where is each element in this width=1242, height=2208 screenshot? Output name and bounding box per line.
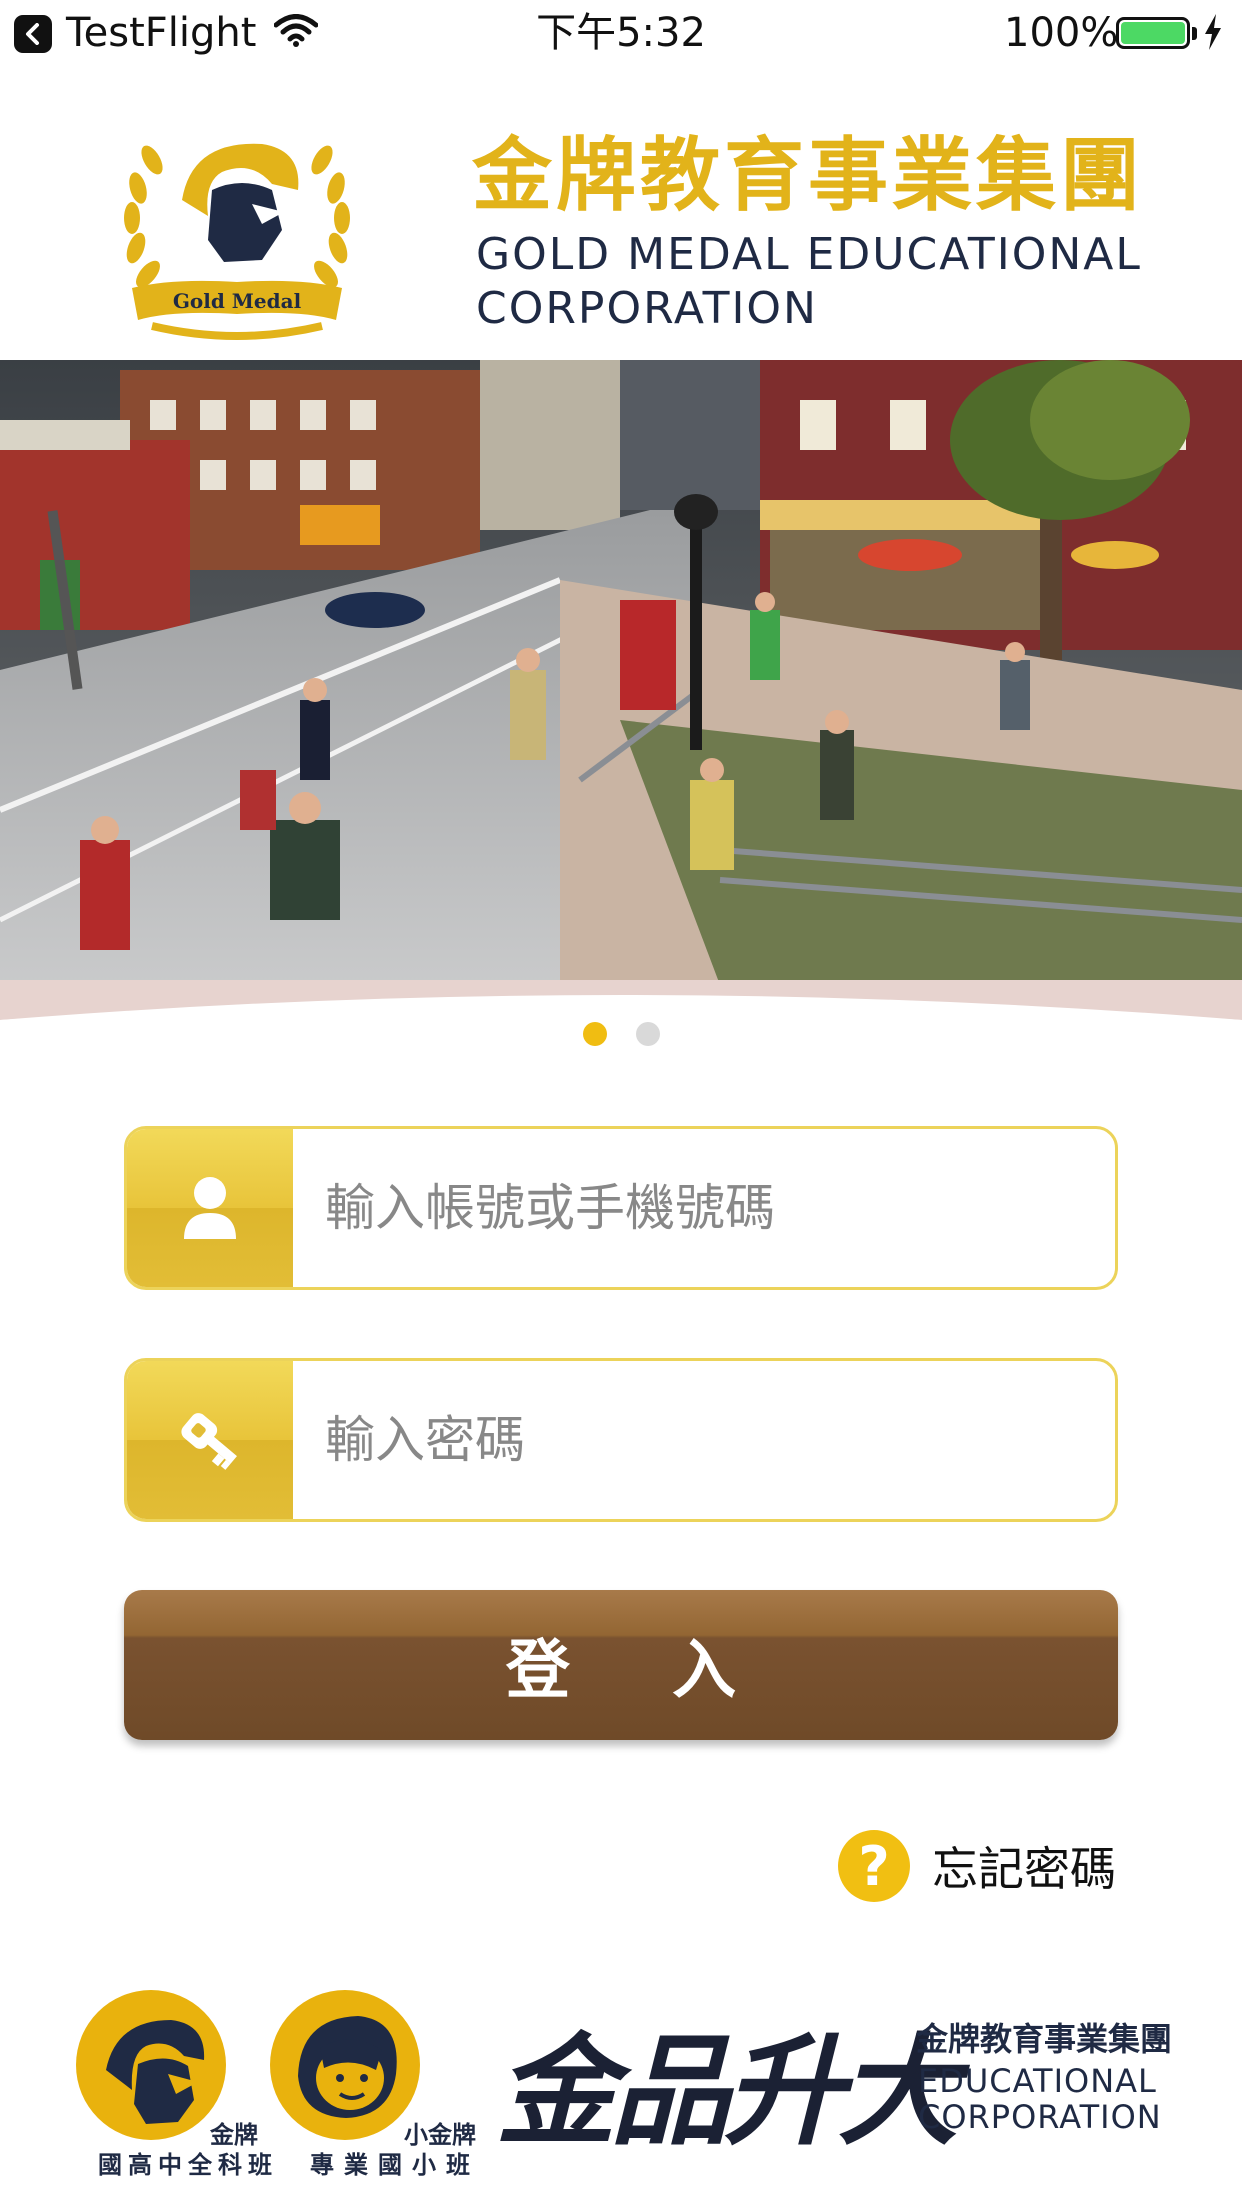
footer-group-english-line2: CORPORATION [918, 2098, 1162, 2136]
calligraphy-logo: 金品升大 [496, 1984, 958, 2162]
carousel-dot-1[interactable] [583, 1022, 607, 1046]
battery-percent: 100% [1004, 10, 1119, 56]
gold-medal-laurel-logo: Gold Medal [124, 143, 350, 340]
logo-ribbon-text: Gold Medal [173, 289, 302, 313]
knight-kid-logo-icon [270, 1990, 420, 2140]
footer-group-chinese: 金牌教育事業集團 [916, 2020, 1173, 2058]
forgot-password-link[interactable]: ? 忘記密碼 [838, 1828, 1116, 1904]
miniature-street-photo [0, 360, 1242, 985]
banner-carousel[interactable] [0, 360, 1242, 985]
brand-english-line2: CORPORATION [476, 283, 818, 334]
brand-chinese-title: 金牌教育事業集團 [472, 129, 1144, 222]
carousel-dot-2[interactable] [636, 1022, 660, 1046]
badge1-subtitle: 國高中全科班 [98, 2151, 278, 2179]
question-mark-icon: ? [838, 1830, 910, 1902]
badge2-subtitle: 專業國小班 [310, 2151, 480, 2179]
banner-bottom-curve [0, 980, 1242, 1020]
charging-bolt-icon [1205, 14, 1221, 50]
brand-english-line1: GOLD MEDAL EDUCATIONAL [476, 229, 1142, 280]
calligraphy-text: 金品升大 [496, 2021, 958, 2162]
forgot-password-label[interactable]: 忘記密碼 [932, 1833, 1116, 1899]
password-field[interactable] [124, 1358, 1118, 1522]
footer-group-english-line1: EDUCATIONAL [918, 2062, 1157, 2100]
badge2-title: 小金牌 [404, 2121, 476, 2149]
login-button[interactable]: 登 入 [124, 1590, 1118, 1740]
badge1-title: 金牌 [210, 2121, 258, 2149]
user-icon [127, 1129, 293, 1287]
key-icon [127, 1361, 293, 1519]
password-input[interactable] [293, 1361, 1115, 1519]
carousel-pagination [0, 1022, 1242, 1048]
battery-icon [1116, 17, 1190, 49]
username-input[interactable] [293, 1129, 1115, 1287]
status-bar: TestFlight 下午5:32 100% [0, 0, 1242, 66]
username-field[interactable] [124, 1126, 1118, 1290]
spartan-helmet-logo-icon [76, 1990, 226, 2140]
